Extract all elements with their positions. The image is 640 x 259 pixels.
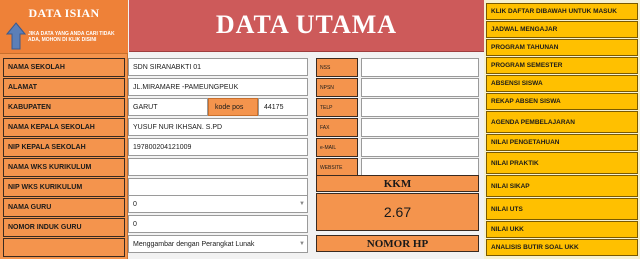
menu-item-program-tahunan[interactable]: PROGRAM TAHUNAN — [486, 39, 638, 56]
label-telp: TELP — [316, 98, 358, 117]
input-fax[interactable] — [361, 118, 479, 137]
input-nama-sekolah[interactable]: SDN SIRANABKTI 01 — [128, 58, 308, 76]
input-email[interactable] — [361, 138, 479, 157]
label-email: e-MAIL — [316, 138, 358, 157]
select-mapel-value: Menggambar dengan Perangkat Lunak — [133, 240, 255, 248]
label-kepala-sekolah: NAMA KEPALA SEKOLAH — [3, 118, 125, 137]
label-nip-wks: NIP WKS KURIKULUM — [3, 178, 125, 197]
input-nomor-induk-guru[interactable]: 0 — [128, 215, 308, 233]
label-nip-kepala: NIP KEPALA SEKOLAH — [3, 138, 125, 157]
label-npsn: NPSN — [316, 78, 358, 97]
menu-item-header: KLIK DAFTAR DIBAWAH UNTUK MASUK — [486, 3, 638, 20]
input-nip-wks[interactable] — [128, 178, 308, 196]
input-npsn[interactable] — [361, 78, 479, 97]
kode-pos-label: kode pos — [208, 98, 258, 116]
page-title: DATA UTAMA — [215, 10, 398, 39]
menu-item-absensi-siswa[interactable]: ABSENSI SISWA — [486, 75, 638, 92]
nomor-hp-label: NOMOR HP — [316, 235, 479, 252]
label-nomor-induk-guru: NOMOR INDUK GURU — [3, 218, 125, 237]
kkm-label: KKM — [316, 175, 479, 192]
kkm-value[interactable]: 2.67 — [316, 193, 479, 231]
chevron-down-icon[interactable]: ▼ — [299, 198, 305, 210]
label-kabupaten: KABUPATEN — [3, 98, 125, 117]
input-nip-kepala[interactable]: 197800204121009 — [128, 138, 308, 156]
left-panel-title: DATA ISIAN — [28, 6, 100, 20]
input-kabupaten[interactable]: GARUT — [128, 98, 208, 116]
input-alamat[interactable]: JL.MIRAMARE -PAMEUNGPEUK — [128, 78, 308, 96]
label-alamat: ALAMAT — [3, 78, 125, 97]
input-kode-pos[interactable]: 44175 — [258, 98, 308, 116]
menu-item-nilai-ukk[interactable]: NILAI UKK — [486, 221, 638, 238]
help-note[interactable]: JIKA DATA YANG ANDA CARI TIDAK ADA, MOHO… — [28, 31, 126, 43]
input-telp[interactable] — [361, 98, 479, 117]
menu-item-jadwal-mengajar[interactable]: JADWAL MENGAJAR — [486, 21, 638, 38]
select-nama-guru[interactable]: 0 ▼ — [128, 195, 308, 213]
up-arrow-icon[interactable] — [5, 22, 27, 50]
menu-item-analisis-butir-soal[interactable]: ANALISIS BUTIR SOAL UKK — [486, 239, 638, 256]
input-kepala-sekolah[interactable]: YUSUF NUR IKHSAN. S.PD — [128, 118, 308, 136]
label-nama-sekolah: NAMA SEKOLAH — [3, 58, 125, 77]
menu-item-nilai-pengetahuan[interactable]: NILAI PENGETAHUAN — [486, 134, 638, 151]
input-wks-kurikulum[interactable] — [128, 158, 308, 176]
label-empty — [3, 238, 125, 257]
menu-item-agenda[interactable]: AGENDA PEMBELAJARAN — [486, 111, 638, 133]
menu-item-nilai-sikap[interactable]: NILAI SIKAP — [486, 175, 638, 197]
label-nss: NSS — [316, 58, 358, 77]
menu-item-rekap-absen[interactable]: REKAP ABSEN SISWA — [486, 93, 638, 110]
label-fax: FAX — [316, 118, 358, 137]
label-nama-guru: NAMA GURU — [3, 198, 125, 217]
menu-item-nilai-uts[interactable]: NILAI UTS — [486, 198, 638, 220]
menu-item-nilai-praktik[interactable]: NILAI PRAKTIK — [486, 152, 638, 174]
input-nss[interactable] — [361, 58, 479, 77]
select-nama-guru-value: 0 — [133, 200, 137, 208]
select-mapel[interactable]: Menggambar dengan Perangkat Lunak ▼ — [128, 235, 308, 253]
label-wks-kurikulum: NAMA WKS KURIKULUM — [3, 158, 125, 177]
menu-item-program-semester[interactable]: PROGRAM SEMESTER — [486, 57, 638, 74]
chevron-down-icon[interactable]: ▼ — [299, 238, 305, 250]
